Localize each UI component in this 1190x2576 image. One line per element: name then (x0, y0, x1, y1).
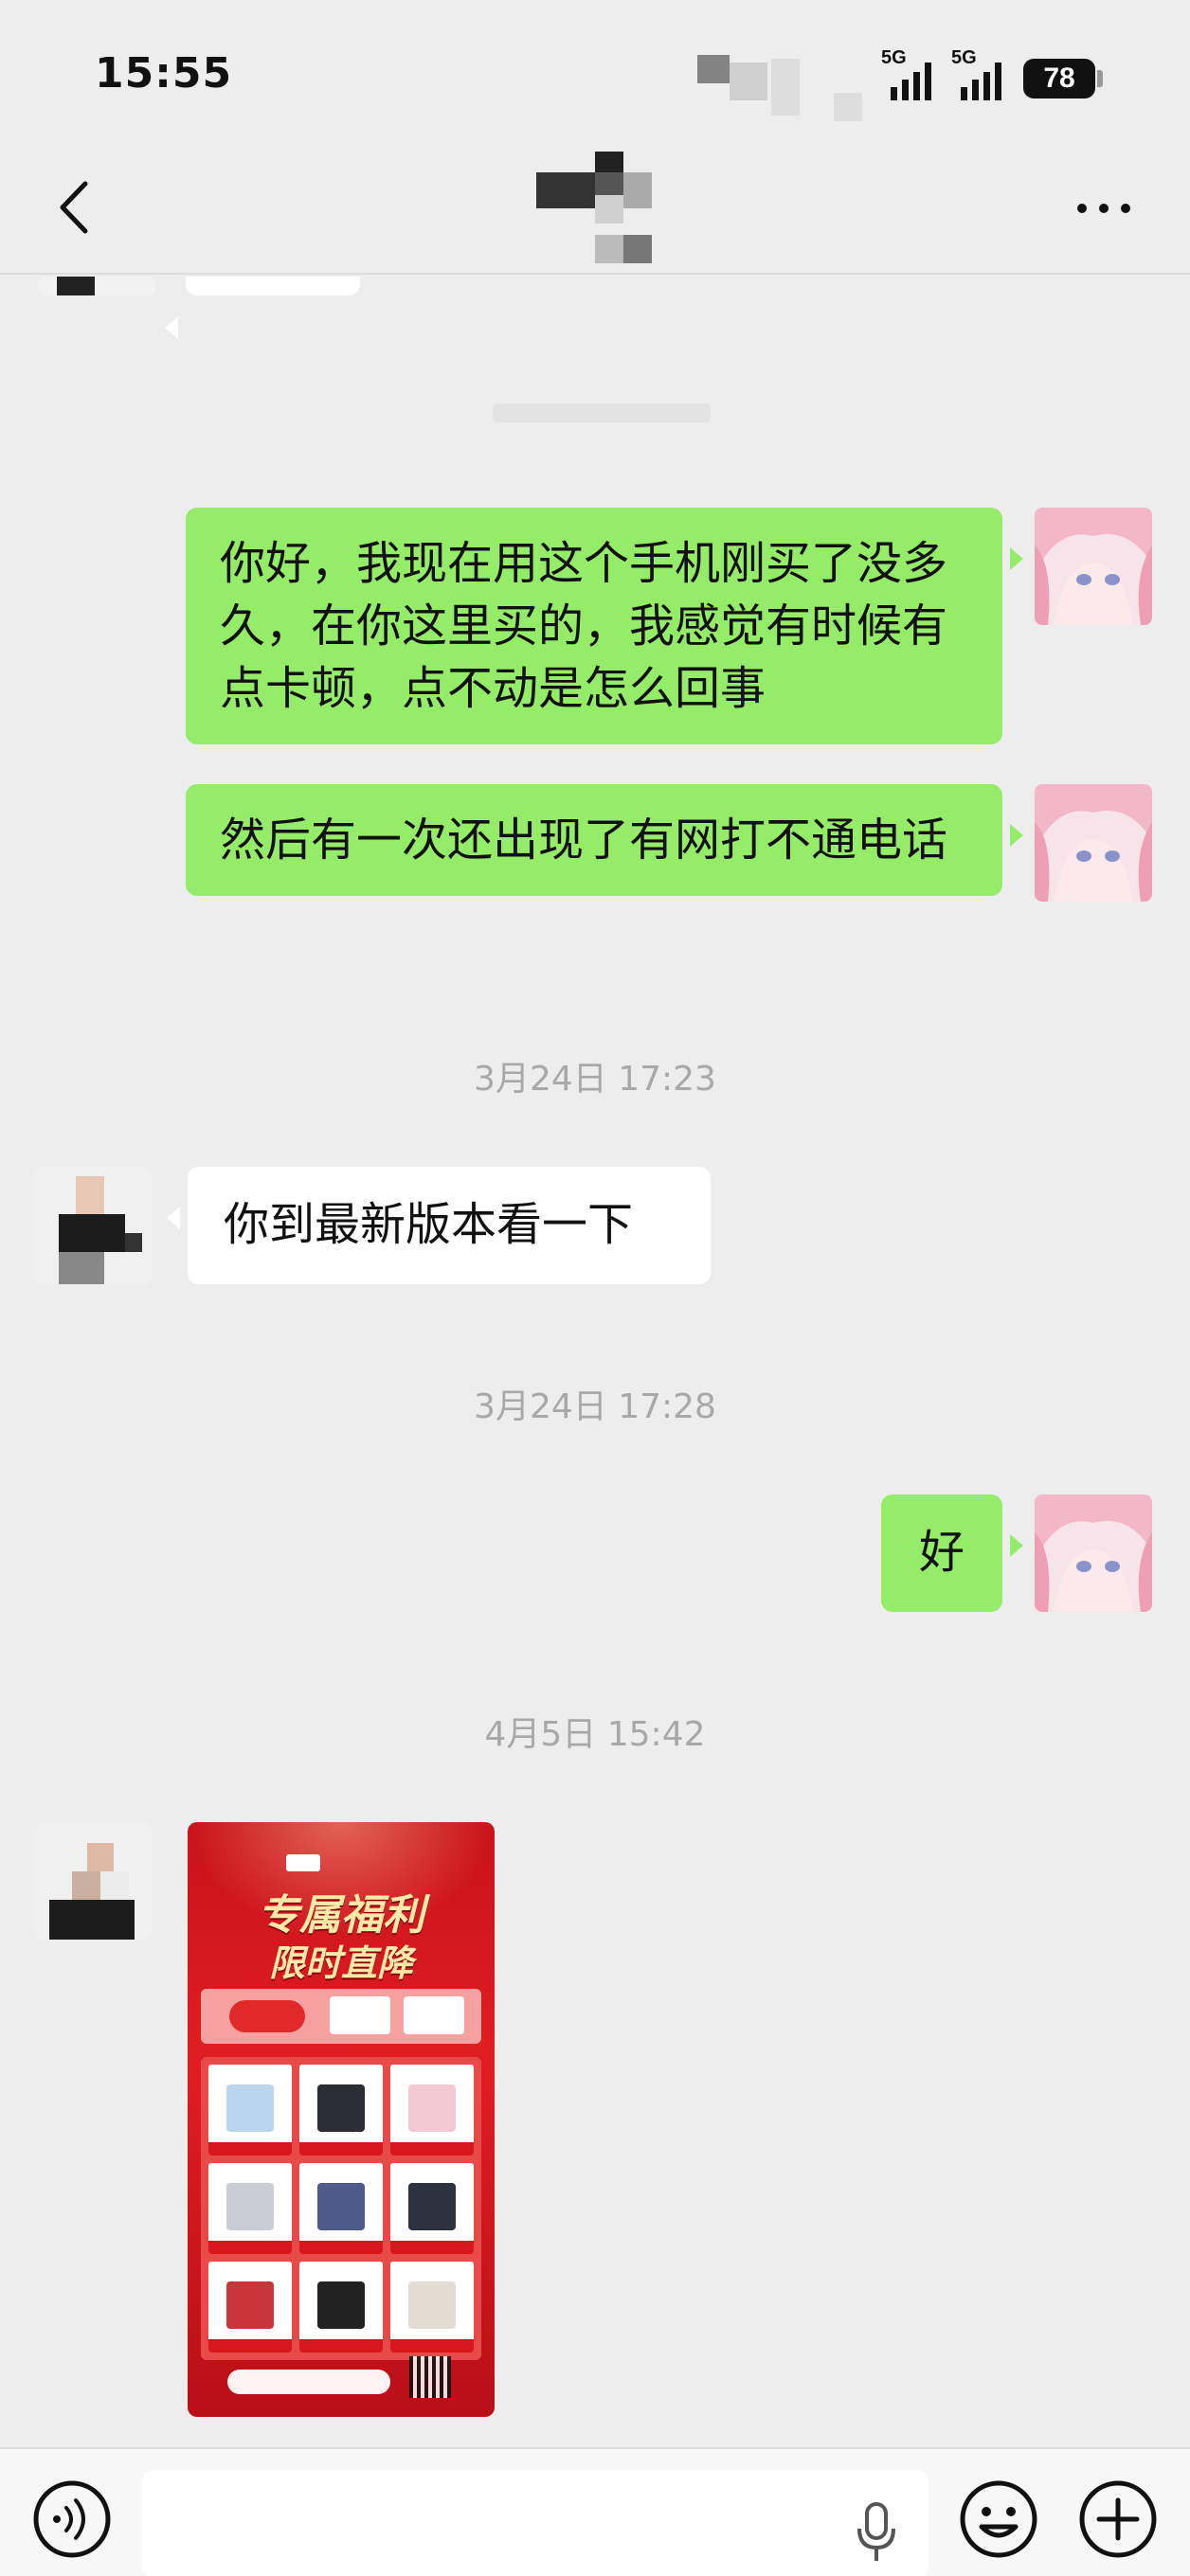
chevron-left-icon[interactable] (45, 174, 112, 241)
message-bubble-outgoing[interactable]: 你好，我现在用这个手机刚买了没多久，在你这里买的，我感觉有时候有点卡顿，点不动是… (186, 508, 1002, 744)
message-text: 你好，我现在用这个手机刚买了没多久，在你这里买的，我感觉有时候有点卡顿，点不动是… (220, 537, 948, 715)
chat-input-bar (0, 2447, 1190, 2576)
more-dots-icon[interactable] (1071, 180, 1137, 237)
battery-tip (1097, 70, 1103, 87)
poster-logo (286, 1854, 320, 1871)
my-avatar[interactable] (1035, 508, 1152, 625)
chat-title-redacted (536, 152, 659, 269)
poster-title-line2: 限时直降 (268, 1941, 413, 1984)
plus-icon[interactable] (1076, 2478, 1160, 2561)
status-time: 15:55 (95, 49, 233, 98)
voice-icon[interactable] (30, 2478, 114, 2561)
signal-5g-1: 5G (881, 47, 934, 100)
poster-title-line1: 专属福利 (258, 1891, 424, 1940)
blurred-status-icons (697, 55, 862, 121)
product-cell (299, 2262, 383, 2352)
product-cell (299, 2163, 383, 2254)
poster-coupon-strip (201, 1989, 481, 2044)
chat-timestamp: 3月24日 17:28 (474, 1387, 716, 1426)
chat-nav-bar (0, 152, 1190, 275)
chat-timestamp: 4月5日 15:42 (484, 1715, 706, 1754)
product-cell (390, 2262, 474, 2352)
my-avatar[interactable] (1035, 1494, 1152, 1612)
product-cell (208, 2065, 292, 2156)
promo-image-message[interactable]: 专属福利 限时直降 (188, 1822, 495, 2417)
product-cell (299, 2065, 383, 2156)
anime-avatar-icon (1035, 508, 1152, 625)
product-cell (390, 2163, 474, 2254)
poster-footer-pill (227, 2370, 390, 2394)
emoji-icon[interactable] (957, 2478, 1040, 2561)
qr-code-icon (409, 2356, 451, 2398)
message-input[interactable] (142, 2470, 929, 2576)
anime-avatar-icon (1035, 1494, 1152, 1612)
message-bubble-incoming[interactable]: 你到最新版本看一下 (188, 1167, 711, 1284)
signal-5g-2: 5G (951, 47, 1004, 100)
contact-avatar[interactable] (38, 277, 155, 295)
message-text: 然后有一次还出现了有网打不通电话 (220, 814, 948, 867)
chat-timestamp: 3月24日 17:23 (474, 1060, 716, 1099)
signal-bars-icon (891, 63, 931, 100)
contact-avatar[interactable] (34, 1167, 152, 1284)
message-bubble-outgoing[interactable]: 好 (881, 1494, 1002, 1612)
message-bubble-partial[interactable] (186, 277, 360, 295)
message-text: 你到最新版本看一下 (224, 1198, 634, 1251)
message-text: 好 (918, 1526, 965, 1579)
battery-level: 78 (1023, 59, 1095, 98)
product-cell (208, 2262, 292, 2352)
poster-product-grid (201, 2057, 481, 2360)
mic-icon[interactable] (853, 2500, 900, 2567)
anime-avatar-icon (1035, 784, 1152, 902)
message-bubble-outgoing[interactable]: 然后有一次还出现了有网打不通电话 (186, 784, 1002, 896)
product-cell (390, 2065, 474, 2156)
product-cell (208, 2163, 292, 2254)
my-avatar[interactable] (1035, 784, 1152, 902)
status-bar: 15:55 5G 5G 78 (0, 0, 1190, 152)
redacted-system-text (493, 403, 711, 422)
contact-avatar[interactable] (34, 1822, 152, 1940)
signal-bars-icon (961, 63, 1001, 100)
